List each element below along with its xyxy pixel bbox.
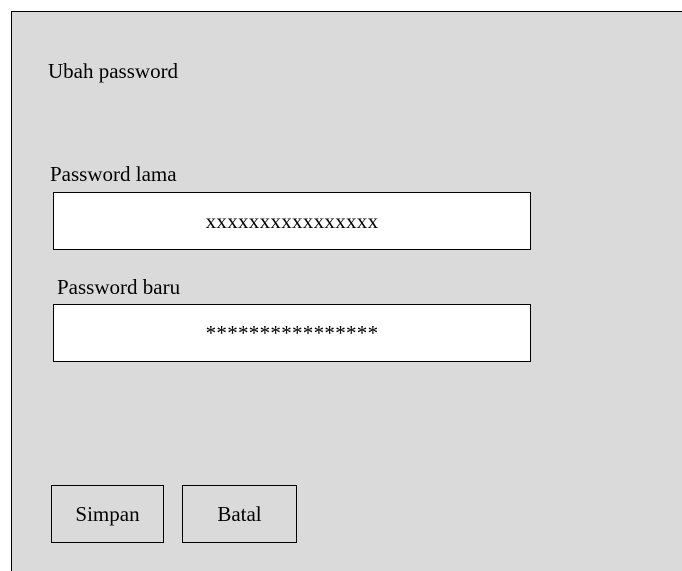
old-password-field[interactable]: xxxxxxxxxxxxxxxx (53, 192, 531, 250)
old-password-label: Password lama (50, 162, 177, 186)
cancel-button[interactable]: Batal (182, 485, 297, 543)
panel-title: Ubah password (48, 59, 179, 83)
save-button[interactable]: Simpan (51, 485, 164, 543)
new-password-field[interactable]: **************** (53, 304, 531, 362)
change-password-panel: Ubah password Password lama xxxxxxxxxxxx… (11, 11, 682, 571)
new-password-label: Password baru (57, 275, 181, 299)
new-password-value: **************** (205, 320, 379, 345)
old-password-value: xxxxxxxxxxxxxxxx (205, 208, 379, 233)
